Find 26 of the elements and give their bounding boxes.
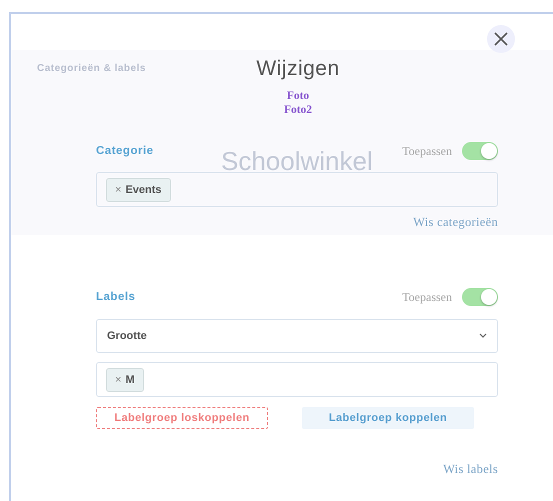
- section-heading: Categorie: [96, 145, 154, 157]
- remove-tag-button[interactable]: ×: [115, 184, 122, 196]
- link-button[interactable]: Labelgroep koppelen: [302, 407, 474, 429]
- dialog-title: Wijzigen: [256, 57, 340, 81]
- clear-link[interactable]: Wis categorieën: [413, 215, 498, 230]
- section-heading: Labels: [96, 291, 136, 303]
- toggle-switch[interactable]: [462, 142, 498, 160]
- background-heading: Categorieën & labels: [37, 63, 146, 74]
- tag-input-field[interactable]: × Events: [96, 172, 498, 207]
- close-button[interactable]: [487, 25, 515, 53]
- selected-item-name: Foto2: [284, 103, 312, 117]
- tag-input-field[interactable]: × M: [96, 362, 498, 397]
- selected-item-name: Foto: [286, 89, 310, 103]
- toggle-switch[interactable]: [462, 288, 498, 306]
- clear-link[interactable]: Wis labels: [443, 462, 498, 477]
- chevron-down-icon: [479, 333, 487, 339]
- tag-chip[interactable]: × Events: [106, 178, 171, 202]
- toggle-label: Toepassen: [402, 144, 452, 158]
- tag-chip[interactable]: × M: [106, 368, 144, 392]
- unlink-button[interactable]: Labelgroep loskoppelen: [96, 407, 268, 429]
- remove-tag-button[interactable]: ×: [115, 374, 122, 386]
- label-group-select[interactable]: Grootte: [96, 319, 498, 353]
- tag-label: M: [125, 374, 135, 386]
- toggle-label: Toepassen: [402, 290, 452, 304]
- close-icon: [494, 32, 508, 46]
- tag-label: Events: [125, 184, 162, 196]
